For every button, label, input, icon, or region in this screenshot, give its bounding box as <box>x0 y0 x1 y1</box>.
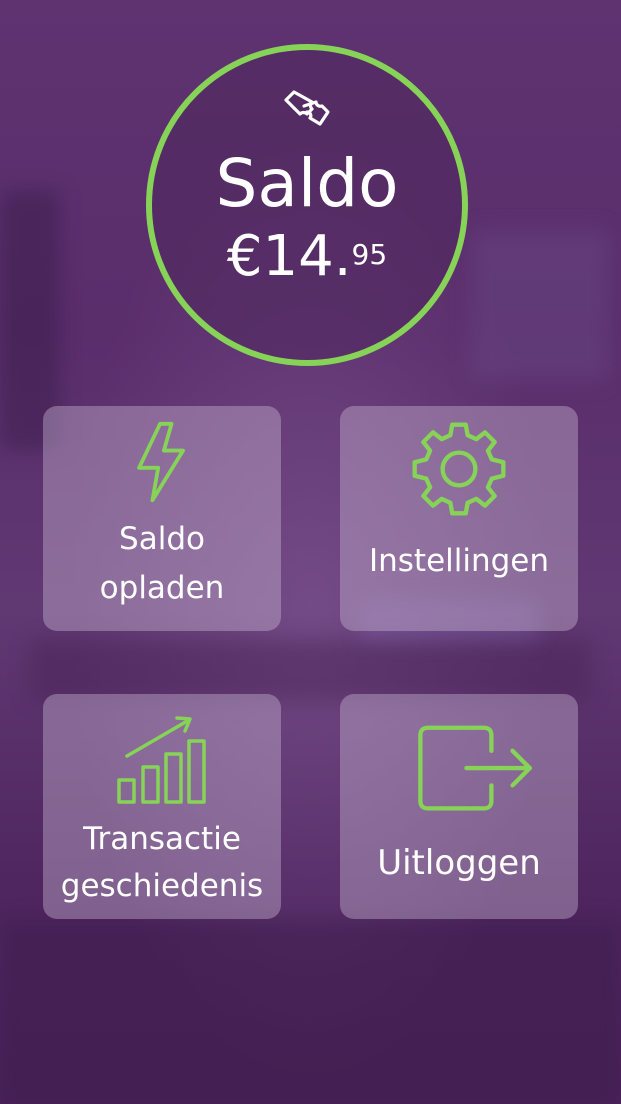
gear-icon <box>412 422 506 516</box>
balance-amount: €14.95 <box>146 222 468 292</box>
top-up-tile[interactable]: Saldo opladen <box>43 406 281 631</box>
balance-title: Saldo <box>215 145 399 222</box>
top-up-label-line1: Saldo <box>119 521 205 557</box>
logout-tile[interactable]: Uitloggen <box>340 694 578 919</box>
growth-chart-icon <box>117 716 206 804</box>
settings-tile[interactable]: Instellingen <box>340 406 578 631</box>
transaction-history-label-line1: Transactie <box>83 821 241 857</box>
transaction-history-tile[interactable]: Transactie geschiedenis <box>43 694 281 919</box>
settings-label: Instellingen <box>368 543 550 579</box>
lightning-bolt-icon <box>137 421 185 503</box>
logout-icon <box>418 725 532 811</box>
logout-label: Uitloggen <box>377 843 541 883</box>
top-up-label-line2: opladen <box>99 570 225 606</box>
balance-amount-cents: 95 <box>351 238 388 271</box>
balance-amount-main: €14. <box>226 224 352 289</box>
ticket-icon <box>284 90 330 126</box>
transaction-history-label-line2: geschiedenis <box>60 868 264 904</box>
